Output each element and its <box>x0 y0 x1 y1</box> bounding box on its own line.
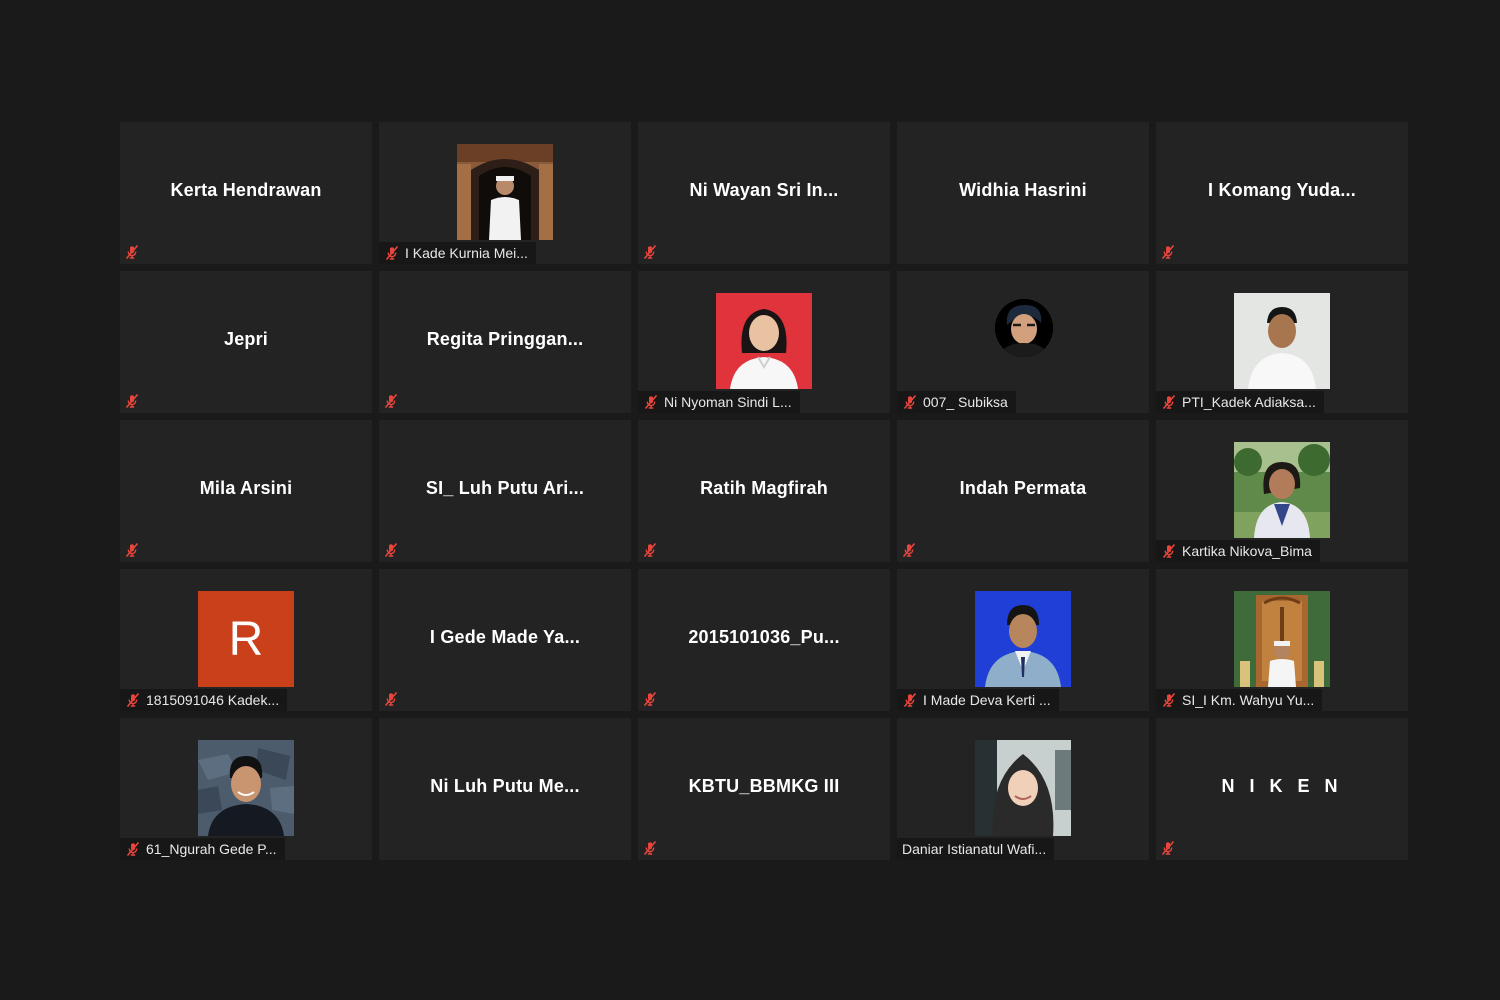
microphone-muted-icon <box>1160 691 1178 709</box>
microphone-muted-icon <box>383 244 401 262</box>
participant-tile[interactable]: Kerta Hendrawan <box>120 122 372 264</box>
microphone-muted-icon <box>901 691 919 709</box>
participant-display-name: KBTU_BBMKG III <box>688 776 840 796</box>
zoom-gallery-view: Kerta Hendrawan I Kade Kurnia Mei... Ni W… <box>0 0 1500 1000</box>
participant-profile-photo <box>975 740 1071 836</box>
participant-tile[interactable]: Mila Arsini <box>120 420 372 562</box>
participant-tile[interactable]: KBTU_BBMKG III <box>638 718 890 860</box>
participant-name: Ni Nyoman Sindi L... <box>664 394 792 410</box>
participant-tile[interactable]: Indah Permata <box>897 420 1149 562</box>
microphone-muted-icon <box>124 840 142 858</box>
participant-name-label: PTI_Kadek Adiaksa... <box>1156 391 1324 413</box>
participant-name: 007_ Subiksa <box>923 394 1008 410</box>
microphone-muted-icon <box>123 392 141 410</box>
participant-profile-photo <box>457 144 553 240</box>
participant-name: Kartika Nikova_Bima <box>1182 543 1312 559</box>
participant-tile[interactable]: Ni Nyoman Sindi L... <box>638 271 890 413</box>
participant-profile-photo <box>1234 591 1330 687</box>
participant-display-name: Ni Luh Putu Me... <box>430 776 580 796</box>
participant-name: 61_Ngurah Gede P... <box>146 841 277 857</box>
participant-display-name: Ratih Magfirah <box>700 478 828 498</box>
participant-tile[interactable]: I Kade Kurnia Mei... <box>379 122 631 264</box>
participant-profile-photo <box>975 591 1071 687</box>
participant-tile[interactable]: I Gede Made Ya... <box>379 569 631 711</box>
microphone-muted-icon <box>901 393 919 411</box>
participant-display-name: Mila Arsini <box>199 478 293 498</box>
participant-avatar-initial: R <box>198 591 294 687</box>
participant-display-name: I Komang Yuda... <box>1208 180 1356 200</box>
participant-name: PTI_Kadek Adiaksa... <box>1182 394 1316 410</box>
participant-display-name: Regita Pringgan... <box>426 329 584 349</box>
participant-tile[interactable]: I Made Deva Kerti ... <box>897 569 1149 711</box>
participant-tile[interactable]: 2015101036_Pu... <box>638 569 890 711</box>
participant-display-name: I Gede Made Ya... <box>429 627 581 647</box>
participant-tile[interactable]: Jepri <box>120 271 372 413</box>
microphone-muted-icon <box>124 691 142 709</box>
participant-display-name: Ni Wayan Sri In... <box>689 180 839 200</box>
participant-name-label: I Kade Kurnia Mei... <box>379 242 536 264</box>
participant-display-name: N I K E N <box>1221 776 1343 796</box>
microphone-muted-icon <box>900 541 918 559</box>
participant-profile-photo <box>716 293 812 389</box>
microphone-muted-icon <box>641 690 659 708</box>
microphone-muted-icon <box>1160 542 1178 560</box>
participant-tile[interactable]: Regita Pringgan... <box>379 271 631 413</box>
participant-tile[interactable]: 61_Ngurah Gede P... <box>120 718 372 860</box>
participant-display-name: Jepri <box>223 329 269 349</box>
microphone-muted-icon <box>1160 393 1178 411</box>
participant-display-name: Indah Permata <box>959 478 1087 498</box>
microphone-muted-icon <box>1159 839 1177 857</box>
participant-tile[interactable]: Ratih Magfirah <box>638 420 890 562</box>
microphone-muted-icon <box>641 243 659 261</box>
participant-tile[interactable]: Daniar Istianatul Wafi... <box>897 718 1149 860</box>
participant-tile[interactable]: PTI_Kadek Adiaksa... <box>1156 271 1408 413</box>
participant-profile-photo <box>198 740 294 836</box>
microphone-muted-icon <box>642 393 660 411</box>
participant-tile[interactable]: SI_I Km. Wahyu Yu... <box>1156 569 1408 711</box>
participant-display-name: 2015101036_Pu... <box>688 627 840 647</box>
microphone-muted-icon <box>123 541 141 559</box>
participant-tile[interactable]: SI_ Luh Putu Ari... <box>379 420 631 562</box>
microphone-muted-icon <box>1159 243 1177 261</box>
participant-name-label: 61_Ngurah Gede P... <box>120 838 285 860</box>
participant-name-label: 007_ Subiksa <box>897 391 1016 413</box>
participant-display-name: SI_ Luh Putu Ari... <box>425 478 585 498</box>
participant-name: I Made Deva Kerti ... <box>923 692 1051 708</box>
participant-profile-photo <box>1234 293 1330 389</box>
participant-tile[interactable]: R 1815091046 Kadek... <box>120 569 372 711</box>
participant-tile[interactable]: Ni Luh Putu Me... <box>379 718 631 860</box>
participant-name: I Kade Kurnia Mei... <box>405 245 528 261</box>
participant-name: SI_I Km. Wahyu Yu... <box>1182 692 1315 708</box>
microphone-muted-icon <box>641 541 659 559</box>
participant-profile-photo <box>995 299 1053 357</box>
participant-name: 1815091046 Kadek... <box>146 692 280 708</box>
participant-name-label: Kartika Nikova_Bima <box>1156 540 1320 562</box>
microphone-muted-icon <box>382 690 400 708</box>
participant-tile[interactable]: 007_ Subiksa <box>897 271 1149 413</box>
participant-tile[interactable]: Widhia Hasrini <box>897 122 1149 264</box>
microphone-muted-icon <box>382 541 400 559</box>
participant-name-label: SI_I Km. Wahyu Yu... <box>1156 689 1323 711</box>
microphone-muted-icon <box>123 243 141 261</box>
participant-name: Daniar Istianatul Wafi... <box>902 841 1047 857</box>
participant-name-label: 1815091046 Kadek... <box>120 689 288 711</box>
participant-grid: Kerta Hendrawan I Kade Kurnia Mei... Ni W… <box>120 122 1408 860</box>
participant-name-label: I Made Deva Kerti ... <box>897 689 1059 711</box>
participant-profile-photo <box>1234 442 1330 538</box>
microphone-muted-icon <box>382 392 400 410</box>
participant-tile[interactable]: Kartika Nikova_Bima <box>1156 420 1408 562</box>
participant-tile[interactable]: I Komang Yuda... <box>1156 122 1408 264</box>
microphone-muted-icon <box>641 839 659 857</box>
participant-tile[interactable]: N I K E N <box>1156 718 1408 860</box>
participant-tile[interactable]: Ni Wayan Sri In... <box>638 122 890 264</box>
participant-name-label: Daniar Istianatul Wafi... <box>897 838 1055 860</box>
participant-display-name: Widhia Hasrini <box>959 180 1087 200</box>
participant-display-name: Kerta Hendrawan <box>170 180 322 200</box>
participant-name-label: Ni Nyoman Sindi L... <box>638 391 800 413</box>
